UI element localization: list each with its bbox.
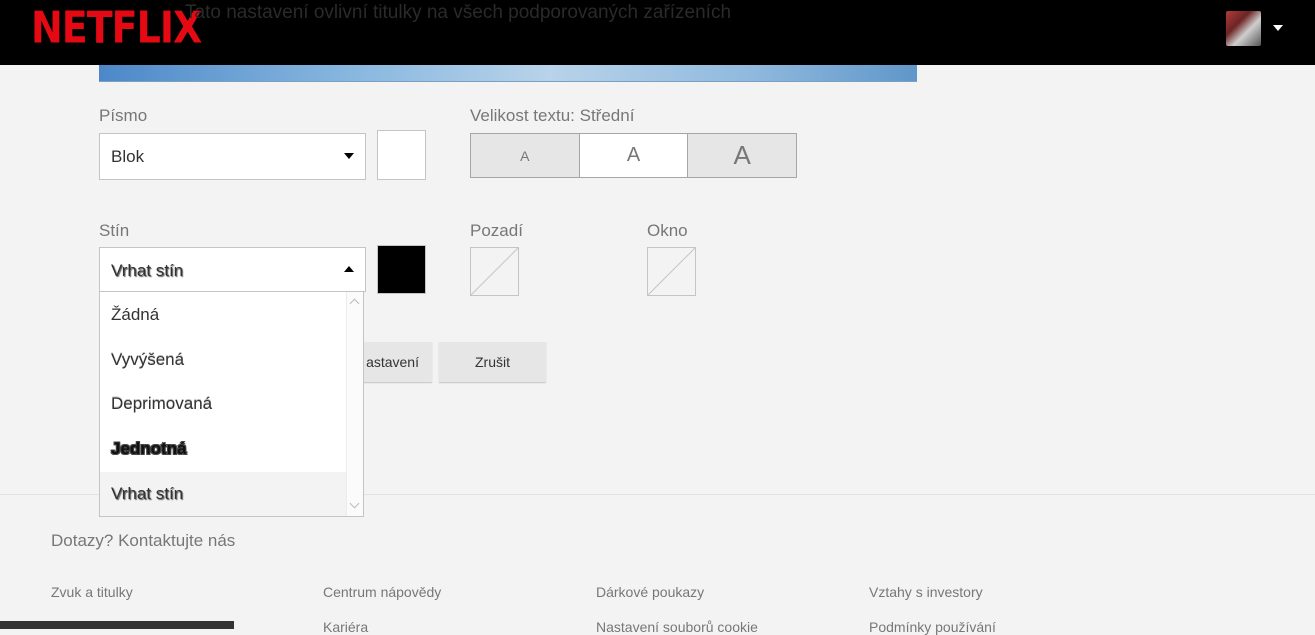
font-color-swatch[interactable]	[377, 130, 426, 180]
shadow-select-value: Vrhat stín	[111, 261, 184, 280]
shadow-select[interactable]: Vrhat stín	[99, 247, 366, 292]
no-color-icon	[471, 248, 518, 295]
shadow-option-raised[interactable]: Vyvýšená	[100, 338, 346, 382]
font-select-value: Blok	[111, 147, 145, 166]
scroll-up-icon[interactable]	[349, 298, 360, 309]
text-size-large-option[interactable]: A	[687, 134, 797, 177]
footer-link-jobs[interactable]: Kariéra	[323, 619, 368, 635]
no-color-icon	[648, 248, 695, 295]
footer-link-investor-relations[interactable]: Vztahy s investory	[869, 584, 983, 600]
shadow-option-uniform[interactable]: Jednotná	[100, 427, 346, 471]
chevron-up-icon	[344, 266, 354, 272]
shadow-option-drop-shadow[interactable]: Vrhat stín	[100, 472, 346, 516]
dropdown-scrollbar[interactable]	[346, 292, 363, 516]
footer-link-cookie-preferences[interactable]: Nastavení souborů cookie	[596, 619, 758, 635]
preview-caption-text: Tato nastavení ovlivní titulky na všech …	[185, 2, 732, 23]
window-color-swatch[interactable]	[647, 247, 696, 296]
font-select[interactable]: Blok	[99, 133, 366, 180]
window-label: Okno	[647, 221, 688, 240]
text-size-medium-option[interactable]: A	[578, 134, 688, 177]
text-size-selector: A A A	[470, 133, 797, 178]
profile-avatar[interactable]	[1226, 11, 1261, 46]
font-label: Písmo	[99, 106, 148, 125]
bottom-overlay-bar	[0, 621, 234, 629]
chevron-down-icon	[344, 153, 354, 159]
netflix-logo[interactable]: NETFLIX	[31, 2, 202, 53]
shadow-label: Stín	[99, 221, 130, 240]
site-header: NETFLIX Tato nastavení ovlivní titulky n…	[0, 0, 1315, 65]
text-size-label: Velikost textu: Střední	[470, 106, 635, 125]
shadow-option-none[interactable]: Žádná	[100, 293, 346, 337]
scroll-down-icon[interactable]	[349, 498, 360, 509]
shadow-option-depressed[interactable]: Deprimovaná	[100, 382, 346, 426]
shadow-color-swatch[interactable]	[377, 245, 426, 294]
background-label: Pozadí	[470, 221, 523, 240]
footer-link-help-center[interactable]: Centrum nápovědy	[323, 584, 441, 600]
footer-link-terms-of-use[interactable]: Podmínky používání	[869, 619, 996, 635]
footer-link-gift-cards[interactable]: Dárkové poukazy	[596, 584, 704, 600]
chevron-down-icon[interactable]	[1273, 25, 1283, 31]
text-size-small-option[interactable]: A	[471, 134, 579, 177]
background-color-swatch[interactable]	[470, 247, 519, 296]
shadow-dropdown-list: Žádná Vyvýšená Deprimovaná Jednotná Vrha…	[99, 291, 364, 517]
cancel-button[interactable]: Zrušit	[439, 342, 546, 382]
footer-contact-link[interactable]: Dotazy? Kontaktujte nás	[51, 531, 235, 551]
footer-link-audio-subtitles[interactable]: Zvuk a titulky	[51, 584, 133, 600]
